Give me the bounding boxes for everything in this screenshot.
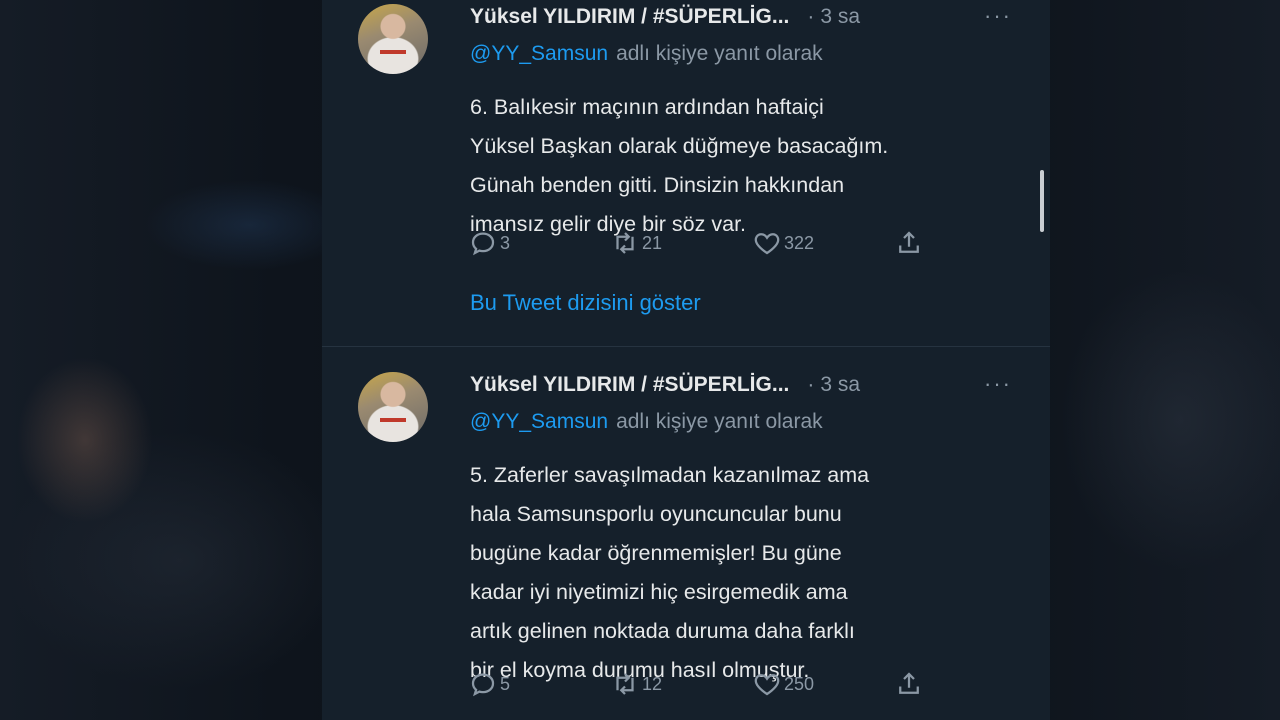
tweet-line: bugüne kadar öğrenmemişler! Bu güne	[470, 541, 842, 565]
tweet-text: 6. Balıkesir maçının ardından haftaiçi Y…	[470, 88, 1030, 244]
like-button[interactable]: 322	[752, 228, 814, 258]
timeline-panel: Yüksel YILDIRIM / #SÜPERLİG... · 3 sa ··…	[322, 0, 1050, 720]
reply-button[interactable]: 3	[468, 228, 510, 258]
reply-suffix: adlı kişiye yanıt olarak	[616, 42, 823, 65]
author-name[interactable]: Yüksel YILDIRIM / #SÜPERLİG...	[470, 373, 789, 397]
tweet-text: 5. Zaferler savaşılmadan kazanılmaz ama …	[470, 456, 1030, 690]
separator-dot: ·	[807, 373, 815, 396]
reply-context: @YY_Samsun adlı kişiye yanıt olarak	[470, 410, 823, 434]
mention-link[interactable]: @YY_Samsun	[470, 42, 608, 65]
reply-icon	[471, 673, 495, 697]
separator-dot: ·	[807, 5, 815, 28]
like-count: 322	[784, 232, 815, 253]
tweet-line: kadar iyi niyetimizi hiç esirgemedik ama	[470, 580, 848, 604]
reply-suffix: adlı kişiye yanıt olarak	[616, 410, 823, 433]
scrollbar[interactable]	[1040, 170, 1044, 232]
tweet-header: Yüksel YILDIRIM / #SÜPERLİG... · 3 sa	[470, 2, 860, 32]
reply-icon	[471, 232, 495, 256]
share-icon	[899, 231, 919, 253]
tweet-line: hala Samsunsporlu oyuncuncular bunu	[470, 502, 842, 526]
tweet-line: 5. Zaferler savaşılmadan kazanılmaz ama	[470, 463, 870, 487]
tweet-line: bir el koyma durumu hasıl olmuştur.	[470, 658, 810, 682]
avatar[interactable]	[358, 4, 428, 74]
author-name[interactable]: Yüksel YILDIRIM / #SÜPERLİG...	[470, 5, 789, 29]
reply-count: 5	[500, 673, 511, 694]
retweet-count: 12	[642, 673, 663, 694]
heart-icon	[754, 674, 780, 696]
like-button[interactable]: 250	[752, 669, 814, 699]
heart-icon	[754, 233, 780, 255]
avatar[interactable]	[358, 372, 428, 442]
retweet-button[interactable]: 12	[610, 669, 662, 699]
reply-context: @YY_Samsun adlı kişiye yanıt olarak	[470, 42, 823, 66]
share-button[interactable]	[894, 669, 924, 699]
tweet-line: 6. Balıkesir maçının ardından haftaiçi	[470, 95, 824, 119]
tweet-line: Günah benden gitti. Dinsizin hakkından	[470, 173, 845, 197]
retweet-icon	[616, 232, 634, 254]
more-horizontal-icon[interactable]: ···	[984, 373, 1014, 395]
tweet-time[interactable]: 3 sa	[820, 373, 860, 397]
reply-count: 3	[500, 232, 511, 253]
tweet-time[interactable]: 3 sa	[820, 5, 860, 29]
reply-button[interactable]: 5	[468, 669, 510, 699]
retweet-button[interactable]: 21	[610, 228, 662, 258]
retweet-count: 21	[642, 232, 663, 253]
mention-link[interactable]: @YY_Samsun	[470, 410, 608, 433]
tweet-header: Yüksel YILDIRIM / #SÜPERLİG... · 3 sa	[470, 370, 860, 400]
tweet-line: Yüksel Başkan olarak düğmeye basacağım.	[470, 134, 889, 158]
tweet-divider	[322, 346, 1050, 347]
share-icon	[899, 672, 919, 694]
like-count: 250	[784, 673, 815, 694]
more-horizontal-icon[interactable]: ···	[984, 5, 1014, 27]
show-thread-link[interactable]: Bu Tweet dizisini göster	[470, 290, 701, 316]
share-button[interactable]	[894, 228, 924, 258]
retweet-icon	[616, 673, 634, 695]
tweet-line: artık gelinen noktada duruma daha farklı	[470, 619, 855, 643]
tweet-line: imansız gelir diye bir söz var.	[470, 212, 747, 236]
